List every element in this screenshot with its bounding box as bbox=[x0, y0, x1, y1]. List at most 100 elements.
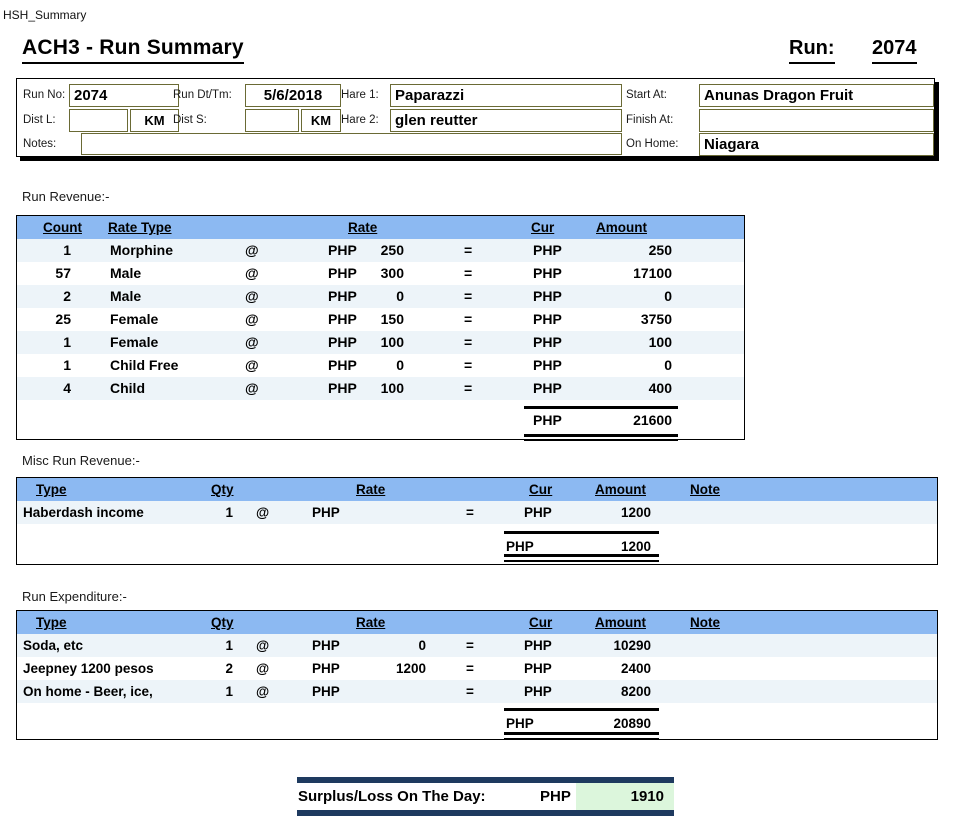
table-row: 1 Morphine @ PHP 250 = PHP 250 bbox=[17, 239, 744, 262]
table-row: Haberdash income 1 @ PHP = PHP 1200 bbox=[17, 501, 937, 524]
cell-amount: 100 bbox=[557, 331, 672, 354]
cell-amount: 1200 bbox=[536, 501, 651, 524]
revenue-col-count: Count bbox=[43, 216, 82, 239]
cell-amount: 400 bbox=[557, 377, 672, 400]
start-at-field[interactable]: Anunas Dragon Fruit bbox=[699, 84, 934, 107]
cell-rate: 150 bbox=[347, 308, 404, 331]
cell-count: 2 bbox=[23, 285, 71, 308]
table-row: 2 Male @ PHP 0 = PHP 0 bbox=[17, 285, 744, 308]
run-date-field[interactable]: 5/6/2018 bbox=[245, 84, 341, 107]
equals-sign: = bbox=[464, 308, 472, 331]
table-row: 25 Female @ PHP 150 = PHP 3750 bbox=[17, 308, 744, 331]
total-rule-bottom bbox=[504, 732, 659, 735]
cell-amount: 250 bbox=[557, 239, 672, 262]
misc-table-header: Type Qty Rate Cur Amount Note bbox=[17, 478, 937, 501]
equals-sign: = bbox=[464, 377, 472, 400]
revenue-table: Count Rate Type Rate Cur Amount 1 Morphi… bbox=[16, 215, 745, 440]
revenue-col-amount: Amount bbox=[596, 216, 647, 239]
total-rule-bottom-thin bbox=[524, 440, 678, 442]
dist-l-label: Dist L: bbox=[23, 109, 56, 132]
cell-amount: 8200 bbox=[536, 680, 651, 703]
surplus-bar-bottom bbox=[297, 810, 674, 816]
equals-sign: = bbox=[466, 657, 474, 680]
run-details-form: Run No: 2074 Run Dt/Tm: 5/6/2018 Hare 1:… bbox=[16, 78, 935, 157]
cell-rate: 100 bbox=[347, 377, 404, 400]
cell-amount: 17100 bbox=[557, 262, 672, 285]
cell-qty: 1 bbox=[183, 634, 233, 657]
cell-count: 4 bbox=[23, 377, 71, 400]
notes-field[interactable] bbox=[81, 133, 622, 155]
cell-rate-type: Child bbox=[110, 377, 145, 400]
cell-rate: 1200 bbox=[357, 657, 426, 680]
cell-type: On home - Beer, ice, bbox=[23, 680, 153, 703]
at-sign: @ bbox=[245, 377, 259, 400]
exp-col-rate: Rate bbox=[356, 611, 385, 634]
cell-rate: 300 bbox=[347, 262, 404, 285]
revenue-table-header: Count Rate Type Rate Cur Amount bbox=[17, 216, 744, 239]
cell-rate: 0 bbox=[347, 285, 404, 308]
misc-col-note: Note bbox=[690, 478, 720, 501]
finish-at-label: Finish At: bbox=[626, 109, 673, 132]
cell-rate-type: Female bbox=[110, 331, 158, 354]
start-at-label: Start At: bbox=[626, 84, 667, 107]
cell-rate-cur: PHP bbox=[312, 501, 340, 524]
exp-col-type: Type bbox=[36, 611, 67, 634]
cell-count: 1 bbox=[23, 354, 71, 377]
hare1-field[interactable]: Paparazzi bbox=[390, 84, 622, 107]
misc-section-label: Misc Run Revenue:- bbox=[22, 453, 140, 468]
total-rule-bottom bbox=[504, 554, 659, 557]
revenue-col-type: Rate Type bbox=[108, 216, 172, 239]
equals-sign: = bbox=[464, 285, 472, 308]
run-no-field[interactable]: 2074 bbox=[69, 84, 179, 107]
cell-rate: 250 bbox=[347, 239, 404, 262]
notes-label: Notes: bbox=[23, 133, 56, 156]
table-row: 4 Child @ PHP 100 = PHP 400 bbox=[17, 377, 744, 400]
cell-qty: 2 bbox=[183, 657, 233, 680]
exp-col-cur: Cur bbox=[529, 611, 552, 634]
misc-col-rate: Rate bbox=[356, 478, 385, 501]
at-sign: @ bbox=[256, 501, 269, 524]
hare2-field[interactable]: glen reutter bbox=[390, 109, 622, 132]
misc-col-type: Type bbox=[36, 478, 67, 501]
cell-qty: 1 bbox=[183, 680, 233, 703]
misc-col-qty: Qty bbox=[211, 478, 234, 501]
hare2-label: Hare 2: bbox=[341, 109, 379, 132]
at-sign: @ bbox=[256, 657, 269, 680]
cell-rate-type: Female bbox=[110, 308, 158, 331]
cell-rate-type: Male bbox=[110, 262, 141, 285]
cell-type: Soda, etc bbox=[23, 634, 83, 657]
expenditure-table: Type Qty Rate Cur Amount Note Soda, etc … bbox=[16, 610, 938, 740]
table-row: Jeepney 1200 pesos 2 @ PHP 1200 = PHP 24… bbox=[17, 657, 937, 680]
cell-amount: 0 bbox=[557, 285, 672, 308]
dist-l-unit: KM bbox=[130, 109, 179, 132]
misc-table: Type Qty Rate Cur Amount Note Haberdash … bbox=[16, 477, 938, 565]
table-row: Soda, etc 1 @ PHP 0 = PHP 10290 bbox=[17, 634, 937, 657]
exp-col-qty: Qty bbox=[211, 611, 234, 634]
dist-l-field[interactable] bbox=[69, 109, 128, 132]
cell-rate-type: Child Free bbox=[110, 354, 178, 377]
on-home-field[interactable]: Niagara bbox=[699, 133, 934, 156]
at-sign: @ bbox=[256, 634, 269, 657]
cell-rate-type: Morphine bbox=[110, 239, 173, 262]
exp-col-amount: Amount bbox=[595, 611, 646, 634]
on-home-label: On Home: bbox=[626, 133, 678, 156]
expenditure-table-header: Type Qty Rate Cur Amount Note bbox=[17, 611, 937, 634]
cell-type: Jeepney 1200 pesos bbox=[23, 657, 154, 680]
equals-sign: = bbox=[466, 501, 474, 524]
table-row: 1 Child Free @ PHP 0 = PHP 0 bbox=[17, 354, 744, 377]
cell-rate-cur: PHP bbox=[312, 680, 340, 703]
equals-sign: = bbox=[466, 634, 474, 657]
cell-amount: 2400 bbox=[536, 657, 651, 680]
cell-count: 1 bbox=[23, 239, 71, 262]
at-sign: @ bbox=[245, 308, 259, 331]
total-rule-bottom-thin bbox=[504, 738, 659, 740]
finish-at-field[interactable] bbox=[699, 109, 934, 132]
revenue-col-cur: Cur bbox=[531, 216, 554, 239]
dist-s-field[interactable] bbox=[245, 109, 299, 132]
total-rule-top bbox=[504, 531, 659, 534]
cell-count: 1 bbox=[23, 331, 71, 354]
misc-col-cur: Cur bbox=[529, 478, 552, 501]
equals-sign: = bbox=[464, 262, 472, 285]
cell-amount: 0 bbox=[557, 354, 672, 377]
cell-rate-type: Male bbox=[110, 285, 141, 308]
